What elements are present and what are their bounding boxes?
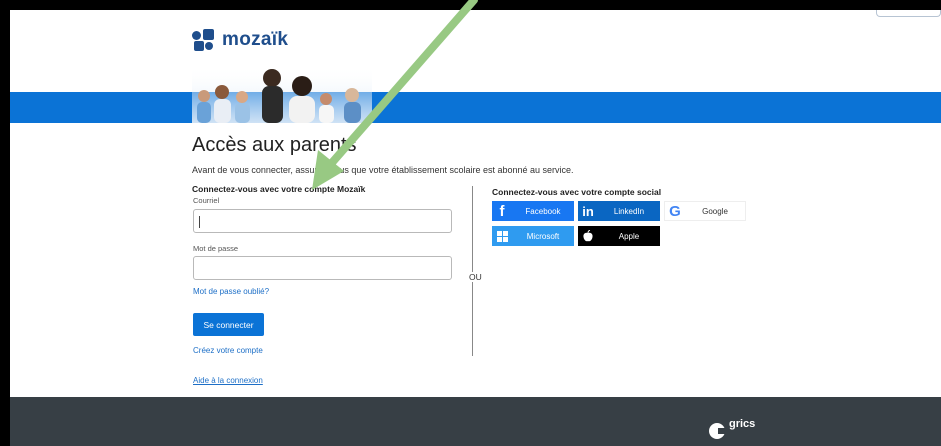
column-divider (472, 186, 473, 356)
apple-label: Apple (618, 231, 640, 241)
microsoft-icon (492, 226, 512, 246)
email-field[interactable] (193, 209, 452, 233)
top-right-button[interactable] (876, 10, 941, 17)
apple-button[interactable]: Apple (578, 226, 660, 246)
microsoft-label: Microsoft (526, 231, 560, 241)
facebook-button[interactable]: f Facebook (492, 201, 574, 221)
help-link[interactable]: Aide à la connexion (193, 376, 263, 385)
linkedin-button[interactable]: in LinkedIn (578, 201, 660, 221)
blue-banner (10, 92, 941, 123)
footer-brand: grics (729, 418, 756, 430)
mozaik-logo: mozaïk (192, 29, 288, 51)
create-account-link[interactable]: Créez votre compte (193, 346, 263, 355)
grics-logo: grics (709, 418, 755, 439)
grics-logo-icon (709, 423, 725, 439)
browser-page: mozaïk Accès aux parents Avant de vous c… (10, 10, 941, 446)
apple-icon (578, 226, 598, 246)
family-photo (192, 66, 372, 123)
facebook-icon: f (499, 202, 505, 220)
intro-text: Avant de vous connecter, assurez-vous qu… (192, 165, 574, 175)
email-label: Courriel (193, 196, 220, 205)
brand-name: mozaïk (222, 29, 289, 50)
google-button[interactable]: G Google (664, 201, 746, 221)
facebook-label: Facebook (525, 206, 561, 216)
page-title: Accès aux parents (192, 134, 357, 156)
microsoft-button[interactable]: Microsoft (492, 226, 574, 246)
password-label: Mot de passe (193, 244, 239, 253)
or-separator: OU (466, 272, 485, 282)
linkedin-label: LinkedIn (613, 206, 645, 216)
footer (10, 397, 941, 446)
social-heading: Connectez-vous avec votre compte social (492, 187, 662, 197)
password-field[interactable] (193, 256, 452, 280)
login-button[interactable]: Se connecter (193, 313, 264, 336)
login-heading: Connectez-vous avec votre compte Mozaïk (192, 184, 366, 194)
mozaik-logo-icon (192, 29, 214, 51)
google-icon: G (669, 202, 681, 220)
google-label: Google (702, 206, 728, 216)
linkedin-icon: in (582, 203, 594, 219)
forgot-password-link[interactable]: Mot de passe oublié? (193, 287, 269, 296)
text-cursor (199, 216, 200, 228)
